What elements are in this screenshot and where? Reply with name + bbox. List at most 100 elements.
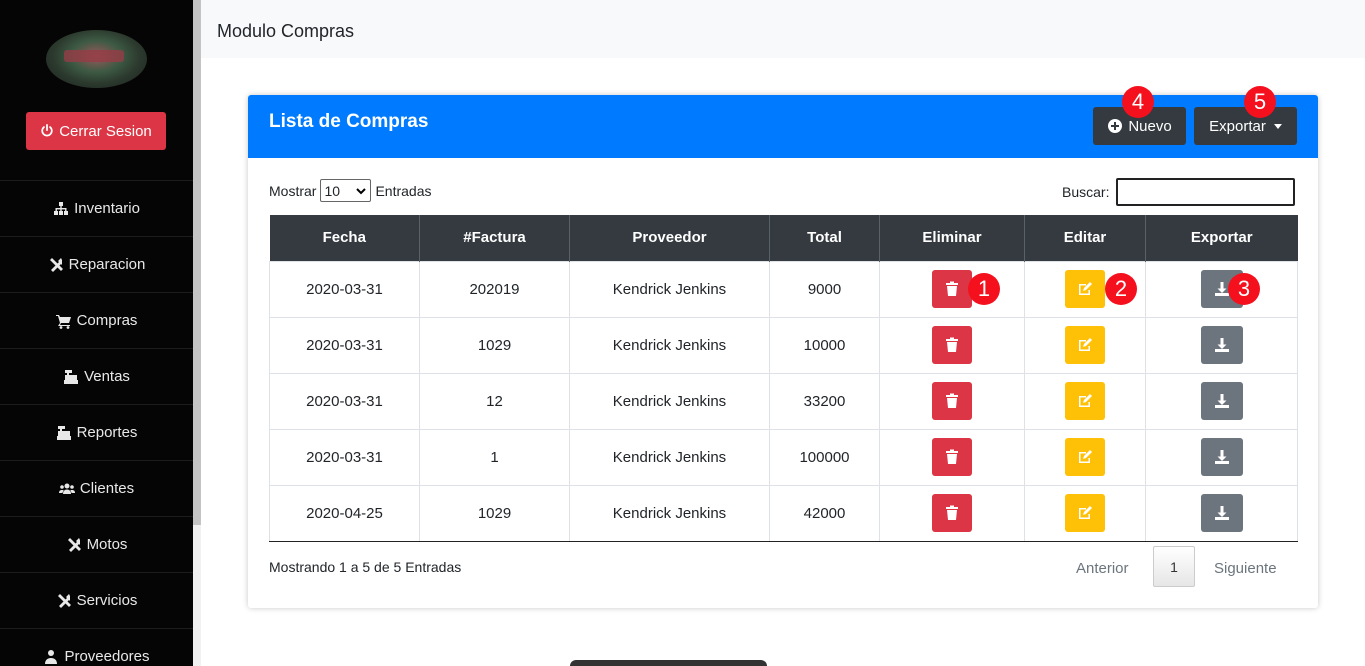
sidebar-item-label: Proveedores xyxy=(64,648,150,665)
sidebar-item-ventas[interactable]: Ventas xyxy=(0,348,193,404)
cell-factura: 1 xyxy=(419,428,570,486)
plus-circle-icon xyxy=(1108,119,1123,133)
cash-register-icon xyxy=(56,425,71,440)
search-control: Buscar: xyxy=(1062,178,1296,206)
users-icon xyxy=(58,483,75,494)
purchases-table: Fecha #Factura Proveedor Total Eliminar … xyxy=(269,215,1298,542)
annotation-marker-2: 2 xyxy=(1105,273,1137,305)
sidebar-item-label: Servicios xyxy=(76,592,138,609)
user-tie-icon xyxy=(45,649,58,664)
export-button-label: Exportar xyxy=(1209,117,1266,135)
page-title: Modulo Compras xyxy=(217,21,355,41)
trash-icon xyxy=(946,505,958,520)
column-header-factura[interactable]: #Factura xyxy=(419,215,570,261)
column-header-fecha[interactable]: Fecha xyxy=(269,215,420,261)
sitemap-icon xyxy=(54,201,69,215)
sidebar-item-motos[interactable]: Motos xyxy=(0,516,193,572)
annotation-marker-3: 3 xyxy=(1228,273,1260,305)
search-label: Buscar: xyxy=(1062,184,1110,200)
cell-editar xyxy=(1024,316,1146,374)
edit-button[interactable] xyxy=(1065,438,1105,476)
chevron-down-icon xyxy=(356,187,367,194)
sidebar-item-compras[interactable]: Compras xyxy=(0,292,193,348)
sidebar-item-label: Reparacion xyxy=(68,256,146,273)
caret-down-icon xyxy=(1273,123,1282,129)
annotation-marker-1: 1 xyxy=(968,273,1000,305)
edit-button[interactable] xyxy=(1065,326,1105,364)
download-icon xyxy=(1214,506,1229,520)
cell-proveedor: Kendrick Jenkins xyxy=(569,484,770,542)
tools-icon xyxy=(57,593,71,608)
table-row: 2020-03-31 1 Kendrick Jenkins 100000 xyxy=(269,428,1298,486)
logout-button[interactable]: Cerrar Sesion xyxy=(26,112,166,150)
sidebar-item-label: Motos xyxy=(86,536,128,553)
trash-icon xyxy=(946,281,958,296)
delete-button[interactable] xyxy=(932,494,972,532)
sidebar: Cerrar Sesion Inventario Reparacion Comp… xyxy=(0,0,193,666)
cell-factura: 1029 xyxy=(419,316,570,374)
column-header-eliminar: Eliminar xyxy=(879,215,1025,261)
sidebar-item-proveedores[interactable]: Proveedores xyxy=(0,628,193,666)
sidebar-item-inventario[interactable]: Inventario xyxy=(0,180,193,236)
cell-proveedor: Kendrick Jenkins xyxy=(569,372,770,430)
export-dropdown-button[interactable]: Exportar xyxy=(1194,107,1297,145)
delete-button[interactable] xyxy=(932,326,972,364)
edit-button[interactable] xyxy=(1065,494,1105,532)
cell-exportar xyxy=(1145,484,1298,542)
cell-fecha: 2020-04-25 xyxy=(269,484,420,542)
cell-proveedor: Kendrick Jenkins xyxy=(569,316,770,374)
sidebar-item-label: Ventas xyxy=(84,368,130,385)
table-row: 2020-03-31 12 Kendrick Jenkins 33200 xyxy=(269,372,1298,430)
delete-button[interactable] xyxy=(932,382,972,420)
export-row-button[interactable] xyxy=(1200,438,1243,476)
download-icon xyxy=(1214,394,1229,408)
pagination-previous[interactable]: Anterior xyxy=(1076,560,1129,577)
sidebar-item-clientes[interactable]: Clientes xyxy=(0,460,193,516)
export-row-button[interactable] xyxy=(1200,494,1243,532)
cell-total: 9000 xyxy=(769,260,880,318)
sidebar-item-reportes[interactable]: Reportes xyxy=(0,404,193,460)
sidebar-item-reparacion[interactable]: Reparacion xyxy=(0,236,193,292)
cell-exportar xyxy=(1145,372,1298,430)
column-header-total[interactable]: Total xyxy=(769,215,880,261)
edit-button[interactable] xyxy=(1065,382,1105,420)
cell-exportar xyxy=(1145,260,1298,318)
edit-icon xyxy=(1079,394,1092,407)
cell-total: 100000 xyxy=(769,428,880,486)
delete-button[interactable] xyxy=(932,438,972,476)
edit-icon xyxy=(1079,506,1092,519)
purchases-card: Lista de Compras Nuevo Exportar Mostrar … xyxy=(248,95,1318,608)
edit-button[interactable] xyxy=(1065,270,1105,308)
scrollbar-thumb[interactable] xyxy=(193,0,201,525)
logo xyxy=(46,30,147,88)
cell-proveedor: Kendrick Jenkins xyxy=(569,260,770,318)
trash-icon xyxy=(946,449,958,464)
edit-icon xyxy=(1079,450,1092,463)
pagination-next[interactable]: Siguiente xyxy=(1214,560,1277,577)
cell-eliminar xyxy=(879,484,1025,542)
sidebar-item-servicios[interactable]: Servicios xyxy=(0,572,193,628)
page-length-select[interactable]: 10 xyxy=(320,179,372,202)
sidebar-nav: Inventario Reparacion Compras Ventas Rep… xyxy=(0,180,193,666)
cart-icon xyxy=(55,314,71,329)
page-length-value: 10 xyxy=(324,182,341,199)
delete-button[interactable] xyxy=(932,270,972,308)
new-button-label: Nuevo xyxy=(1128,117,1172,135)
trash-icon xyxy=(946,337,958,352)
cell-eliminar xyxy=(879,372,1025,430)
power-icon xyxy=(41,124,53,137)
export-row-button[interactable] xyxy=(1200,382,1243,420)
column-header-proveedor[interactable]: Proveedor xyxy=(569,215,770,261)
table-row: 2020-04-25 1029 Kendrick Jenkins 42000 xyxy=(269,484,1298,542)
download-icon xyxy=(1214,450,1229,464)
search-input[interactable] xyxy=(1116,178,1296,206)
logout-label: Cerrar Sesion xyxy=(59,122,152,140)
table-info: Mostrando 1 a 5 de 5 Entradas xyxy=(269,559,462,575)
cell-factura: 1029 xyxy=(419,484,570,542)
tools-icon xyxy=(49,257,63,272)
pagination-page-1[interactable]: 1 xyxy=(1153,546,1195,587)
sidebar-item-label: Inventario xyxy=(74,200,140,217)
export-row-button[interactable] xyxy=(1200,326,1243,364)
annotation-marker-4: 4 xyxy=(1122,86,1154,118)
cell-fecha: 2020-03-31 xyxy=(269,372,420,430)
